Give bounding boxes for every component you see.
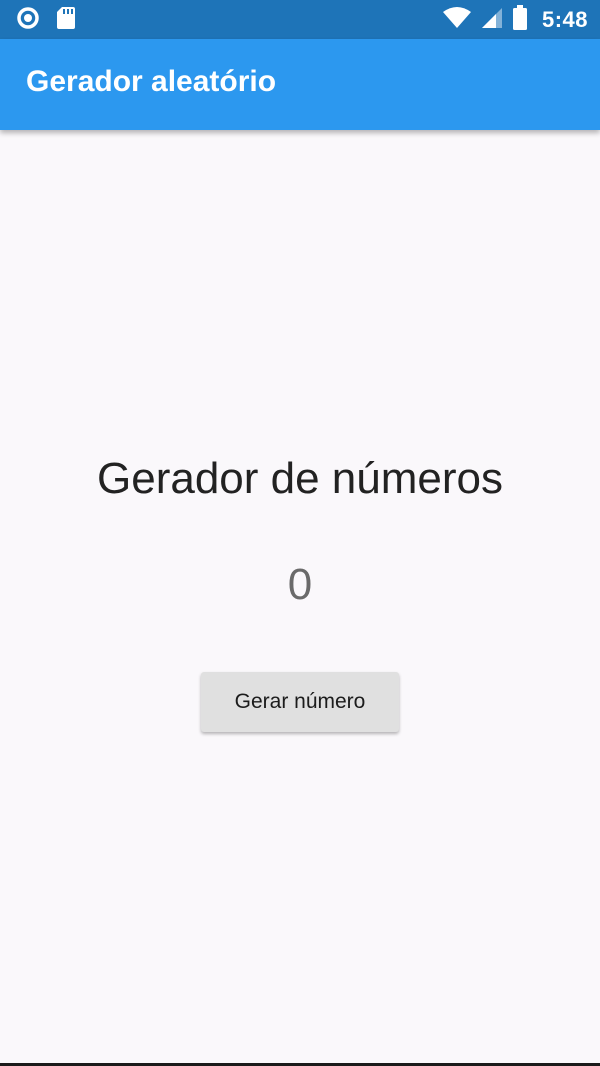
wifi-icon: [442, 6, 472, 35]
page-headline: Gerador de números: [97, 454, 503, 503]
status-right-icons: 5:48: [442, 4, 588, 36]
generated-number: 0: [287, 560, 313, 609]
battery-icon: [512, 4, 528, 36]
sd-card-icon: [56, 6, 76, 35]
status-bar: 5:48: [0, 0, 600, 39]
cell-signal-icon: [480, 6, 504, 35]
app-bar: Gerador aleatório: [0, 39, 600, 130]
status-time: 5:48: [541, 7, 588, 32]
app-title: Gerador aleatório: [26, 65, 277, 98]
main-content: Gerador de números 0 Gerar número: [0, 130, 600, 1064]
status-left-icons: [16, 6, 76, 35]
generate-number-button[interactable]: Gerar número: [201, 672, 399, 732]
circle-notification-icon: [16, 6, 40, 35]
